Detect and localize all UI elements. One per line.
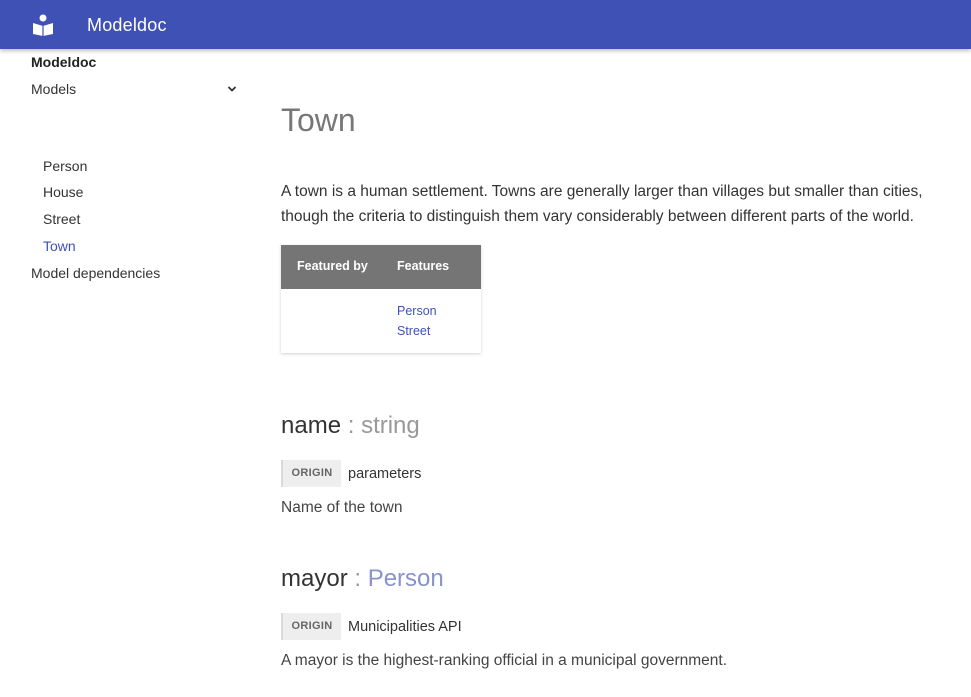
table-header: Featured by Features xyxy=(281,245,481,289)
sidebar-item-street[interactable]: Street xyxy=(43,210,80,228)
feature-link-person[interactable]: Person xyxy=(397,303,437,319)
property-type-link[interactable]: Person xyxy=(368,565,444,592)
app-header: Modeldoc xyxy=(0,0,971,49)
page-title: Town xyxy=(281,102,356,138)
sidebar-item-label: Models xyxy=(31,81,77,97)
origin-value: Municipalities API xyxy=(348,619,462,635)
chevron-down-icon[interactable] xyxy=(227,84,237,94)
property-type: string xyxy=(361,412,420,439)
property-separator: : xyxy=(347,565,368,592)
property-description: Name of the town xyxy=(281,499,403,516)
column-header-featured-by: Featured by xyxy=(297,259,368,273)
origin-badge: ORIGIN xyxy=(281,460,341,487)
property-name: mayor xyxy=(281,565,348,592)
sidebar-item-models[interactable]: Models xyxy=(31,80,241,98)
property-heading-name: name : string xyxy=(281,411,420,441)
sidebar-root-link[interactable]: Modeldoc xyxy=(31,53,96,71)
model-description: A town is a human settlement. Towns are … xyxy=(281,183,923,225)
feature-link-street[interactable]: Street xyxy=(397,323,430,339)
sidebar-item-town[interactable]: Town xyxy=(43,237,76,255)
property-heading-mayor: mayor : Person xyxy=(281,564,444,594)
property-description: A mayor is the highest-ranking official … xyxy=(281,652,727,669)
app-title[interactable]: Modeldoc xyxy=(87,13,167,37)
sidebar-item-person[interactable]: Person xyxy=(43,157,87,175)
property-separator: : xyxy=(341,412,362,439)
origin-badge: ORIGIN xyxy=(281,613,341,640)
property-name: name xyxy=(281,412,342,439)
feature-table: Featured by Features Person Street xyxy=(281,245,481,353)
sidebar-item-model-dependencies[interactable]: Model dependencies xyxy=(31,264,160,282)
book-reader-icon[interactable] xyxy=(33,14,53,36)
sidebar-item-house[interactable]: House xyxy=(43,183,83,201)
origin-value: parameters xyxy=(348,466,422,482)
column-header-features: Features xyxy=(397,259,450,273)
